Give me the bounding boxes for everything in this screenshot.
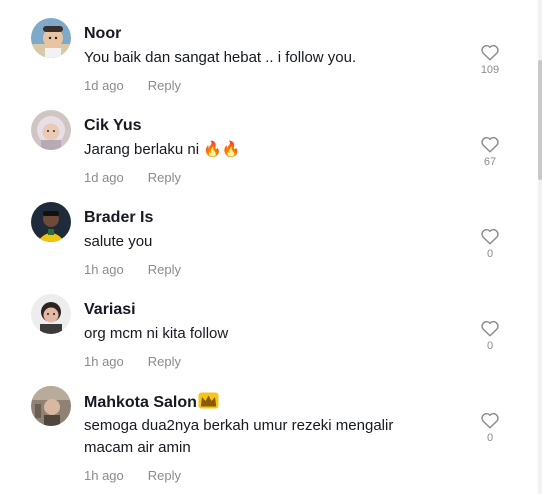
comment-meta: 1h ago Reply (84, 354, 181, 370)
like-count: 109 (480, 64, 500, 76)
crown-icon (198, 392, 219, 415)
comment-time: 1d ago (84, 78, 124, 93)
username-text: Mahkota Salon (84, 394, 197, 411)
comment-time: 1h ago (84, 262, 124, 277)
like-count: 67 (483, 156, 497, 168)
like-count: 0 (486, 340, 494, 352)
reply-button[interactable]: Reply (148, 78, 181, 93)
scrollbar-thumb[interactable] (538, 60, 542, 180)
comment-username[interactable]: Mahkota Salon (84, 392, 219, 415)
avatar[interactable] (31, 18, 71, 58)
comment-text: salute you (84, 233, 153, 250)
heart-icon[interactable] (480, 319, 500, 337)
avatar[interactable] (31, 294, 71, 334)
avatar[interactable] (31, 110, 71, 150)
avatar[interactable] (31, 386, 71, 426)
comment-meta: 1d ago Reply (84, 170, 181, 186)
avatar[interactable] (31, 202, 71, 242)
comment-time: 1h ago (84, 354, 124, 369)
heart-icon[interactable] (480, 135, 500, 153)
comment-text: Jarang berlaku ni 🔥🔥 (84, 141, 241, 158)
comment-time: 1h ago (84, 468, 124, 483)
like-control: 0 (478, 319, 502, 353)
like-control: 0 (478, 227, 502, 261)
reply-button[interactable]: Reply (148, 262, 181, 277)
comment-meta: 1h ago Reply (84, 262, 181, 278)
like-count: 0 (486, 432, 494, 444)
comment-username[interactable]: Brader Is (84, 208, 153, 228)
comment-meta: 1d ago Reply (84, 78, 181, 94)
reply-button[interactable]: Reply (148, 468, 181, 483)
comment-time: 1d ago (84, 170, 124, 185)
comment-username[interactable]: Noor (84, 24, 121, 44)
comment-username[interactable]: Variasi (84, 300, 136, 320)
scrollbar[interactable] (538, 0, 542, 494)
like-control: 67 (478, 135, 502, 169)
reply-button[interactable]: Reply (148, 170, 181, 185)
like-count: 0 (486, 248, 494, 260)
comment-text: semoga dua2nya berkah umur rezeki mengal… (84, 417, 394, 456)
like-control: 109 (478, 43, 502, 77)
comment-meta: 1h ago Reply (84, 468, 181, 484)
heart-icon[interactable] (480, 43, 500, 61)
heart-icon[interactable] (480, 227, 500, 245)
comment-text: org mcm ni kita follow (84, 325, 229, 342)
reply-button[interactable]: Reply (148, 354, 181, 369)
comment-text: You baik dan sangat hebat .. i follow yo… (84, 49, 357, 66)
comment-username[interactable]: Cik Yus (84, 116, 142, 136)
like-control: 0 (478, 411, 502, 445)
heart-icon[interactable] (480, 411, 500, 429)
